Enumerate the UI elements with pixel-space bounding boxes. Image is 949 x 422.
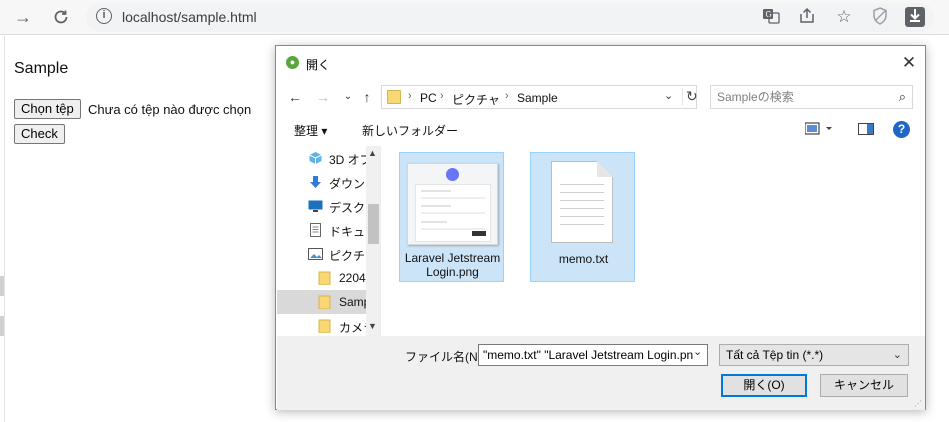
chevron-right-icon: › xyxy=(408,90,412,102)
search-input[interactable] xyxy=(717,89,887,105)
chevron-down-icon[interactable]: ⌄ xyxy=(664,89,673,102)
bookmark-star-icon[interactable]: ☆ xyxy=(834,7,854,27)
nav-item-documents[interactable]: ドキュメ xyxy=(277,218,377,242)
download-icon[interactable] xyxy=(905,7,925,27)
close-icon[interactable]: ✕ xyxy=(896,52,922,74)
filename-label: ファイル名(N): xyxy=(405,350,485,364)
refresh-icon[interactable]: ↻ xyxy=(682,88,698,105)
file-status-text: Chưa có tệp nào được chọn xyxy=(88,102,252,117)
search-icon[interactable]: ⌕ xyxy=(899,89,906,105)
chevron-down-icon: ⌄ xyxy=(892,349,902,361)
new-folder-button[interactable]: 新しいフォルダー xyxy=(362,122,458,139)
navigation-scrollbar[interactable]: ▲ ▼ xyxy=(366,146,380,336)
nav-item-folder-22042[interactable]: 22042 xyxy=(277,266,372,290)
nav-item-pictures[interactable]: ピクチャ xyxy=(277,242,377,266)
page-side-handle xyxy=(0,276,4,296)
nav-item-folder-sample[interactable]: Samp xyxy=(277,290,370,314)
filetype-value: Tất cả Tệp tin (*.*) xyxy=(726,348,824,362)
back-arrow-icon[interactable]: ← xyxy=(286,87,304,107)
scroll-up-icon[interactable]: ▲ xyxy=(368,148,377,158)
preview-pane-icon[interactable] xyxy=(858,122,874,139)
documents-icon xyxy=(310,223,321,237)
dialog-title: 開く xyxy=(306,58,331,72)
jetstream-logo-icon xyxy=(446,168,459,181)
folder-icon xyxy=(387,90,401,104)
file-item-memo-txt[interactable]: memo.txt xyxy=(530,152,635,282)
file-name-line: Laravel Jetstream xyxy=(404,251,501,265)
browser-toolbar: → i localhost/sample.html G ☆ xyxy=(0,0,949,35)
view-options-icon[interactable] xyxy=(804,122,835,139)
chevron-right-icon: › xyxy=(440,90,444,102)
organize-menu[interactable]: 整理 ▾ xyxy=(294,122,327,139)
chevron-right-icon: › xyxy=(505,90,509,102)
image-thumbnail xyxy=(407,163,498,245)
pictures-icon xyxy=(308,248,323,260)
cancel-button[interactable]: キャンセル xyxy=(820,374,908,397)
nav-item-downloads[interactable]: ダウンロ xyxy=(277,170,377,194)
filetype-select[interactable]: Tất cả Tệp tin (*.*) ⌄ xyxy=(719,344,909,366)
file-name-line: memo.txt xyxy=(558,252,609,266)
navigation-pane: 3D オブ ダウンロ デスクト ドキュメ ピクチャ 22042 Samp カメラ… xyxy=(277,146,381,336)
help-icon[interactable]: ? xyxy=(893,121,910,138)
shield-icon[interactable] xyxy=(870,7,890,27)
file-list: Laravel Jetstream Login.png memo.txt xyxy=(382,146,925,336)
file-open-dialog: ● 開く ✕ ← → ⌄ ↑ › PC › ピクチャ › Sample ⌄ ↻ … xyxy=(275,45,926,410)
path-segment-pictures[interactable]: ピクチャ xyxy=(452,91,500,108)
path-segment-pc[interactable]: PC xyxy=(420,91,437,105)
scrollbar-thumb[interactable] xyxy=(368,204,379,244)
nav-item-3d-objects[interactable]: 3D オブ xyxy=(277,146,372,170)
chevron-down-icon[interactable]: ⌄ xyxy=(693,345,702,358)
forward-arrow-icon[interactable]: → xyxy=(314,87,332,107)
file-name-line: Login.png xyxy=(426,265,479,279)
page-side-handle xyxy=(0,316,4,336)
login-form-preview xyxy=(415,184,491,242)
reload-icon[interactable] xyxy=(50,6,72,28)
path-segment-sample[interactable]: Sample xyxy=(517,91,558,105)
forward-arrow-icon[interactable]: → xyxy=(12,6,34,28)
site-info-icon[interactable]: i xyxy=(96,8,112,24)
resize-grip-icon[interactable]: ⋰ xyxy=(914,399,922,408)
folder-icon xyxy=(318,319,331,333)
address-text[interactable]: localhost/sample.html xyxy=(122,9,257,25)
share-icon[interactable] xyxy=(797,7,817,27)
page-title: Sample xyxy=(14,60,69,77)
recent-locations-icon[interactable]: ⌄ xyxy=(339,87,357,107)
check-button[interactable]: Check xyxy=(14,124,65,144)
translate-icon[interactable]: G xyxy=(761,7,781,27)
folder-icon xyxy=(318,271,331,285)
file-item-laravel-png[interactable]: Laravel Jetstream Login.png xyxy=(399,152,504,282)
desktop-icon xyxy=(308,200,323,212)
folder-icon xyxy=(318,295,331,309)
text-file-icon xyxy=(551,161,613,243)
dialog-footer: ファイル名(N): "memo.txt" "Laravel Jetstream … xyxy=(277,336,925,410)
filename-input[interactable]: "memo.txt" "Laravel Jetstream Login.pn xyxy=(478,344,708,366)
dialog-toolbar: 整理 ▾ 新しいフォルダー ? xyxy=(277,116,925,144)
up-arrow-icon[interactable]: ↑ xyxy=(358,87,376,107)
scroll-down-icon[interactable]: ▼ xyxy=(368,321,377,331)
3d-objects-icon xyxy=(309,152,322,164)
download-icon xyxy=(310,176,321,188)
path-bar[interactable]: › PC › ピクチャ › Sample ⌄ ↻ xyxy=(381,85,698,109)
dialog-titlebar[interactable]: ● 開く ✕ xyxy=(276,46,925,78)
choose-file-button[interactable]: Chọn tệp xyxy=(14,99,81,119)
nav-item-folder-camera[interactable]: カメラ xyxy=(277,314,375,336)
open-button[interactable]: 開く(O) xyxy=(721,374,807,397)
nav-item-desktop[interactable]: デスクト xyxy=(277,194,377,218)
search-box[interactable]: ⌕ xyxy=(710,85,913,109)
chrome-app-icon: ● xyxy=(286,56,299,69)
page-edge xyxy=(4,36,5,422)
